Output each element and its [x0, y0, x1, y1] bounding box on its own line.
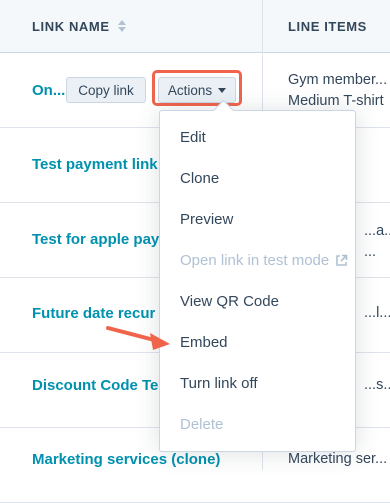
link-name[interactable]: Test payment link	[32, 156, 158, 173]
link-name[interactable]: Test for apple pay	[32, 231, 159, 248]
actions-dropdown-menu: Edit Clone Preview Open link in test mod…	[159, 99, 356, 452]
link-name[interactable]: Discount Code Tes	[32, 377, 167, 394]
column-header-line-items-label: LINE ITEMS	[288, 18, 367, 34]
menu-item-clone[interactable]: Clone	[180, 170, 219, 187]
link-name[interactable]: Future date recur	[32, 305, 155, 322]
menu-item-view-qr-code[interactable]: View QR Code	[180, 293, 279, 310]
line-item: ...a...	[364, 223, 390, 239]
line-item: Gym member...	[288, 72, 388, 88]
line-items-cell: Gym member... Medium T-shirt	[288, 70, 390, 112]
sort-icon[interactable]	[117, 20, 126, 32]
line-item: Marketing ser...	[288, 451, 388, 467]
table-header: LINK NAME LINE ITEMS	[0, 0, 390, 53]
line-items-cell: ...s...	[364, 375, 390, 396]
link-name[interactable]: On...	[32, 82, 65, 99]
column-header-link-name-label: LINK NAME	[32, 18, 110, 34]
line-item: Medium T-shirt	[288, 93, 384, 109]
column-header-link-name[interactable]: LINK NAME	[32, 0, 126, 52]
line-items-cell: ...l...	[364, 303, 390, 324]
line-items-cell: Marketing ser...	[288, 449, 390, 470]
line-item: ...	[364, 244, 377, 260]
external-link-icon	[336, 254, 348, 266]
menu-item-edit[interactable]: Edit	[180, 129, 206, 146]
line-item: ...s...	[364, 377, 390, 393]
column-header-line-items[interactable]: LINE ITEMS	[288, 0, 367, 52]
line-item: ...l...	[364, 305, 390, 321]
line-items-cell: ...a... ...	[364, 221, 390, 263]
annotation-highlight-box	[152, 70, 242, 106]
menu-item-turn-link-off[interactable]: Turn link off	[180, 375, 258, 392]
menu-item-delete: Delete	[180, 416, 224, 433]
menu-item-embed[interactable]: Embed	[180, 334, 228, 351]
copy-link-button[interactable]: Copy link	[66, 77, 146, 103]
menu-item-open-test-mode-label: Open link in test mode	[180, 252, 330, 269]
link-name[interactable]: Marketing services (clone)	[32, 451, 220, 468]
menu-item-open-test-mode: Open link in test mode	[180, 252, 348, 269]
menu-item-preview[interactable]: Preview	[180, 211, 233, 228]
